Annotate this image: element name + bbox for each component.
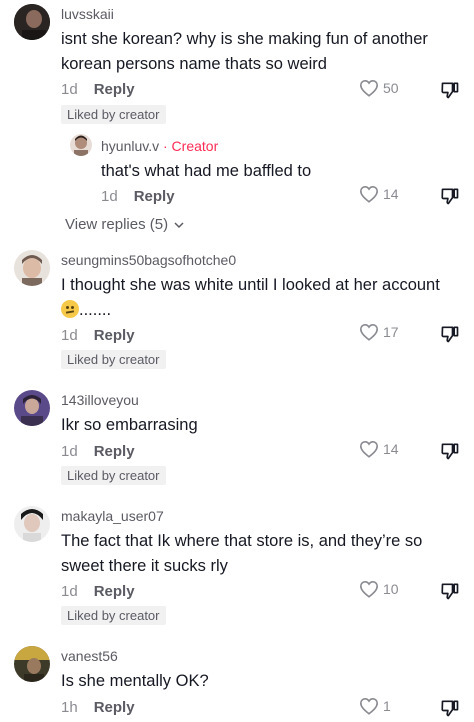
- username-text[interactable]: hyunluv.v: [101, 138, 159, 154]
- reply-meta: 1d Reply: [101, 188, 175, 205]
- dislike-icon[interactable]: [440, 441, 460, 461]
- comment-time: 1d: [61, 327, 78, 344]
- avatar[interactable]: [14, 4, 50, 40]
- like-count: 1: [383, 698, 391, 714]
- dislike-icon[interactable]: [440, 324, 460, 344]
- heart-icon: [359, 697, 379, 715]
- comment-username[interactable]: makayla_user07: [61, 508, 164, 524]
- liked-by-creator-badge: Liked by creator: [61, 466, 166, 485]
- comment-text: The fact that Ik where that store is, an…: [61, 532, 423, 575]
- comment-username[interactable]: 143illoveyou: [61, 392, 139, 408]
- comment-text-suffix: .......: [79, 301, 112, 319]
- avatar[interactable]: [14, 250, 50, 286]
- heart-icon: [359, 79, 379, 97]
- comment-text-content: I thought she was white until I looked a…: [61, 276, 440, 294]
- reply-text: that's what had me baffled to: [101, 162, 312, 180]
- like-button[interactable]: 50: [359, 79, 399, 97]
- comment-meta: 1d Reply: [61, 81, 135, 98]
- comment-time: 1d: [61, 583, 78, 600]
- chevron-down-icon: [174, 222, 184, 229]
- avatar[interactable]: [70, 134, 92, 156]
- liked-by-creator-badge: Liked by creator: [61, 350, 166, 369]
- comment-username[interactable]: luvsskaii: [61, 6, 114, 22]
- like-count: 50: [383, 80, 399, 96]
- dislike-icon[interactable]: [440, 698, 460, 718]
- comment-time: 1h: [61, 699, 78, 716]
- reply-button[interactable]: Reply: [94, 81, 135, 98]
- avatar[interactable]: [14, 390, 50, 426]
- like-count: 14: [383, 186, 399, 202]
- comment-time: 1d: [61, 443, 78, 460]
- reply-button[interactable]: Reply: [94, 699, 135, 716]
- like-button[interactable]: 14: [359, 440, 399, 458]
- comment-text: Is she mentally OK?: [61, 672, 209, 690]
- dislike-icon[interactable]: [440, 186, 460, 206]
- like-button[interactable]: 17: [359, 323, 399, 341]
- comment-meta: 1d Reply: [61, 583, 135, 600]
- heart-icon: [359, 185, 379, 203]
- comment-text: Ikr so embarrasing: [61, 416, 198, 434]
- comment-meta: 1d Reply: [61, 443, 135, 460]
- comment-username[interactable]: vanest56: [61, 648, 118, 664]
- heart-icon: [359, 440, 379, 458]
- like-button[interactable]: 14: [359, 185, 399, 203]
- creator-tag: · Creator: [163, 138, 219, 154]
- avatar[interactable]: [14, 646, 50, 682]
- avatar[interactable]: [14, 506, 50, 542]
- comment-text: isnt she korean? why is she making fun o…: [61, 30, 428, 73]
- liked-by-creator-badge: Liked by creator: [61, 105, 166, 124]
- comment-time: 1d: [61, 81, 78, 98]
- liked-by-creator-badge: Liked by creator: [61, 606, 166, 625]
- reply-time: 1d: [101, 188, 118, 205]
- comment-meta: 1d Reply: [61, 327, 135, 344]
- view-replies-label[interactable]: View replies (5): [65, 216, 168, 233]
- comment-meta: 1h Reply: [61, 699, 135, 716]
- comment-text: I thought she was white until I looked a…: [61, 273, 461, 323]
- heart-icon: [359, 323, 379, 341]
- like-button[interactable]: 1: [359, 697, 391, 715]
- comment-username[interactable]: seungmins50bagsofhotche0: [61, 252, 236, 268]
- reply-username[interactable]: hyunluv.v · Creator: [101, 138, 218, 154]
- like-count: 14: [383, 441, 399, 457]
- dislike-icon[interactable]: [440, 80, 460, 100]
- like-button[interactable]: 10: [359, 580, 399, 598]
- heart-icon: [359, 580, 379, 598]
- dislike-icon[interactable]: [440, 581, 460, 601]
- confused-face-emoji: [61, 300, 79, 318]
- like-count: 17: [383, 324, 399, 340]
- reply-button[interactable]: Reply: [94, 327, 135, 344]
- reply-button[interactable]: Reply: [134, 188, 175, 205]
- reply-button[interactable]: Reply: [94, 443, 135, 460]
- view-replies-button[interactable]: View replies (5): [65, 216, 184, 233]
- like-count: 10: [383, 581, 399, 597]
- reply-button[interactable]: Reply: [94, 583, 135, 600]
